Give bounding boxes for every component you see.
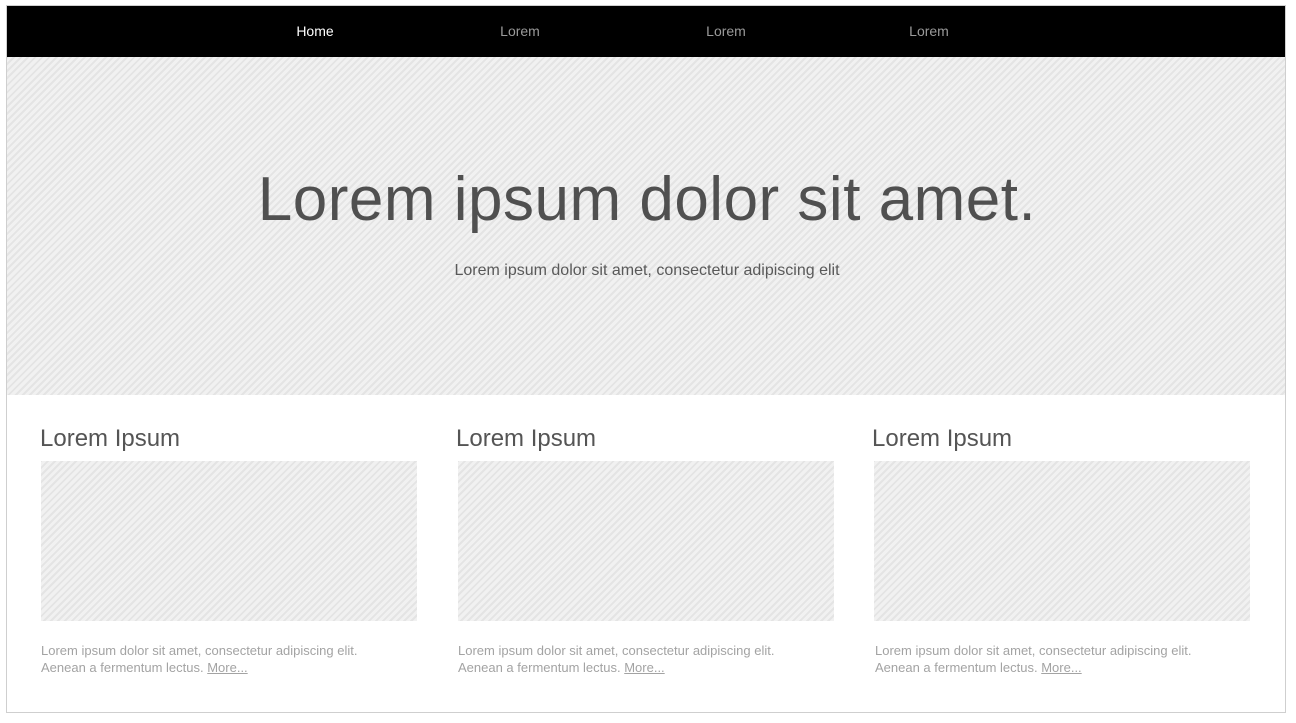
hero-banner: Lorem ipsum dolor sit amet. Lorem ipsum … bbox=[7, 57, 1285, 395]
card-text-line: Lorem ipsum dolor sit amet, consectetur … bbox=[875, 643, 1192, 658]
card-title: Lorem Ipsum bbox=[872, 425, 1013, 452]
card-image-placeholder bbox=[41, 461, 417, 621]
more-link[interactable]: More... bbox=[1041, 660, 1081, 675]
content-card-2: Lorem Ipsum Lorem ipsum dolor sit amet, … bbox=[456, 424, 836, 676]
card-title: Lorem Ipsum bbox=[40, 425, 181, 452]
card-text-line: Lorem ipsum dolor sit amet, consectetur … bbox=[41, 643, 358, 658]
nav-item-home[interactable]: Home bbox=[296, 6, 333, 57]
hero-subtitle: Lorem ipsum dolor sit amet, consectetur … bbox=[454, 262, 840, 279]
nav-item-lorem-2[interactable]: Lorem bbox=[706, 6, 746, 57]
top-navbar: Home Lorem Lorem Lorem bbox=[7, 6, 1285, 57]
card-image-placeholder bbox=[874, 461, 1250, 621]
card-text-line-2: Aenean a fermentum lectus. More... bbox=[41, 659, 401, 676]
card-text-second: Aenean a fermentum lectus. bbox=[458, 660, 621, 675]
content-card-1: Lorem Ipsum Lorem ipsum dolor sit amet, … bbox=[40, 424, 420, 676]
nav-item-lorem-1[interactable]: Lorem bbox=[500, 6, 540, 57]
card-text-second: Aenean a fermentum lectus. bbox=[41, 660, 204, 675]
card-image-placeholder bbox=[458, 461, 834, 621]
page-frame: Home Lorem Lorem Lorem Lorem ipsum dolor… bbox=[6, 5, 1286, 713]
card-description: Lorem ipsum dolor sit amet, consectetur … bbox=[875, 642, 1235, 676]
more-link[interactable]: More... bbox=[624, 660, 664, 675]
nav-item-lorem-3[interactable]: Lorem bbox=[909, 6, 949, 57]
card-text-line: Lorem ipsum dolor sit amet, consectetur … bbox=[458, 643, 775, 658]
card-text-line-2: Aenean a fermentum lectus. More... bbox=[458, 659, 818, 676]
card-title: Lorem Ipsum bbox=[456, 425, 597, 452]
more-link[interactable]: More... bbox=[207, 660, 247, 675]
hero-title: Lorem ipsum dolor sit amet. bbox=[257, 165, 1037, 234]
card-description: Lorem ipsum dolor sit amet, consectetur … bbox=[41, 642, 401, 676]
card-description: Lorem ipsum dolor sit amet, consectetur … bbox=[458, 642, 818, 676]
card-text-second: Aenean a fermentum lectus. bbox=[875, 660, 1038, 675]
card-text-line-2: Aenean a fermentum lectus. More... bbox=[875, 659, 1235, 676]
content-card-3: Lorem Ipsum Lorem ipsum dolor sit amet, … bbox=[872, 424, 1252, 676]
